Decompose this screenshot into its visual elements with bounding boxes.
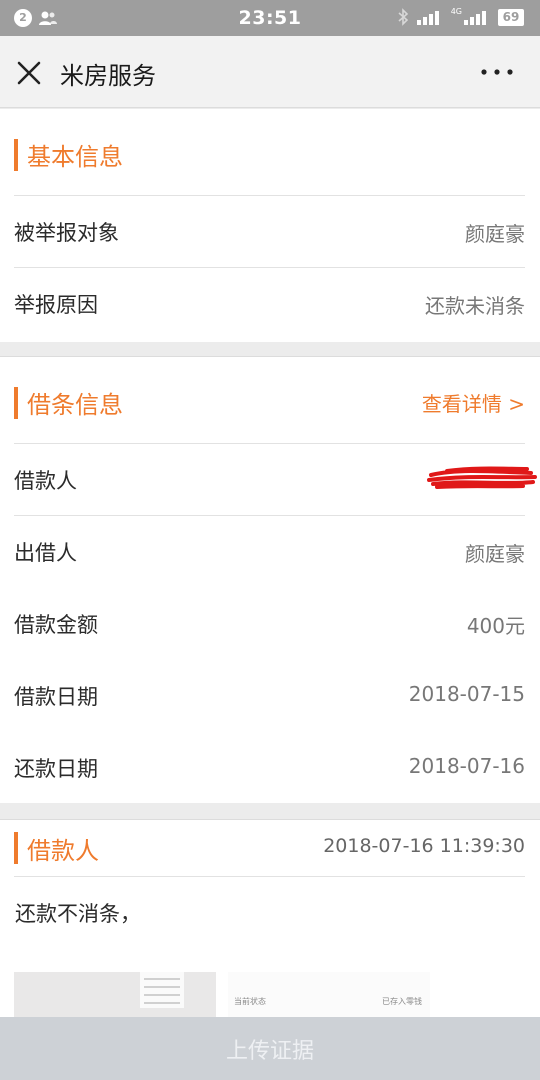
thumbnail-content	[140, 972, 184, 1008]
complaint-author: 借款人	[27, 837, 99, 865]
row-value: 颜庭豪	[465, 542, 525, 566]
status-bar: 2 23:51 4G 69	[0, 0, 540, 36]
row-label: 借款金额	[14, 613, 98, 637]
nav-bar: 米房服务	[0, 36, 540, 108]
row-value: 400元	[466, 614, 525, 638]
status-right: 4G 69	[397, 6, 524, 26]
repayment-date-row: 还款日期 2018-07-16	[14, 731, 525, 803]
basic-info-header: 基本信息	[14, 109, 525, 195]
signal-icon	[416, 11, 439, 25]
borrower-row: 借款人	[14, 443, 537, 515]
loan-amount-row: 借款金额 400元	[14, 587, 525, 659]
network-type: 4G	[450, 6, 462, 16]
accent-bar	[14, 139, 18, 171]
loan-info-card: 借条信息 查看详情 > 借款人 出借人 颜庭豪 借款金额 400元 借款日期 2…	[0, 356, 540, 803]
complaint-card: 借款人 2018-07-16 11:39:30 还款不消条， 当前状态 已存入零…	[0, 819, 540, 1032]
complaint-header: 借款人 2018-07-16 11:39:30	[14, 820, 525, 876]
row-label: 出借人	[14, 541, 77, 565]
complaint-text: 还款不消条，	[15, 902, 141, 926]
signal-icon-secondary	[464, 11, 486, 25]
row-value: 2018-07-15	[408, 682, 525, 706]
row-value: 还款未消条	[425, 294, 525, 318]
battery-indicator: 69	[498, 8, 524, 26]
report-reason-row: 举报原因 还款未消条	[14, 267, 525, 339]
upload-evidence-label: 上传证据	[225, 1039, 314, 1064]
row-label: 被举报对象	[14, 221, 119, 245]
reported-target-row: 被举报对象 颜庭豪	[14, 195, 525, 267]
section-title: 基本信息	[27, 143, 123, 171]
row-label: 借款人	[14, 469, 77, 493]
thumbnail-text: 当前状态	[234, 997, 266, 1006]
redaction-scribble	[427, 466, 537, 489]
complaint-timestamp: 2018-07-16 11:39:30	[323, 835, 525, 857]
view-details-link[interactable]: 查看详情 >	[422, 388, 525, 417]
row-label: 还款日期	[14, 757, 98, 781]
loan-info-header: 借条信息 查看详情 >	[14, 357, 525, 443]
row-value: 颜庭豪	[465, 222, 525, 246]
bluetooth-icon	[398, 8, 408, 26]
row-label: 借款日期	[14, 685, 98, 709]
upload-evidence-button[interactable]: 上传证据	[0, 1017, 540, 1080]
page-title: 米房服务	[60, 62, 156, 90]
loan-date-row: 借款日期 2018-07-15	[14, 659, 525, 731]
row-label: 举报原因	[14, 293, 98, 317]
accent-bar	[14, 387, 18, 419]
more-icon[interactable]	[480, 62, 514, 82]
basic-info-card: 基本信息 被举报对象 颜庭豪 举报原因 还款未消条	[0, 109, 540, 342]
section-title: 借条信息	[27, 391, 123, 419]
lender-row: 出借人 颜庭豪	[14, 515, 525, 587]
thumbnail-text: 已存入零钱	[382, 997, 422, 1006]
accent-bar	[14, 832, 18, 864]
row-value: 2018-07-16	[408, 754, 525, 778]
divider	[14, 876, 525, 877]
close-icon[interactable]	[14, 58, 44, 88]
